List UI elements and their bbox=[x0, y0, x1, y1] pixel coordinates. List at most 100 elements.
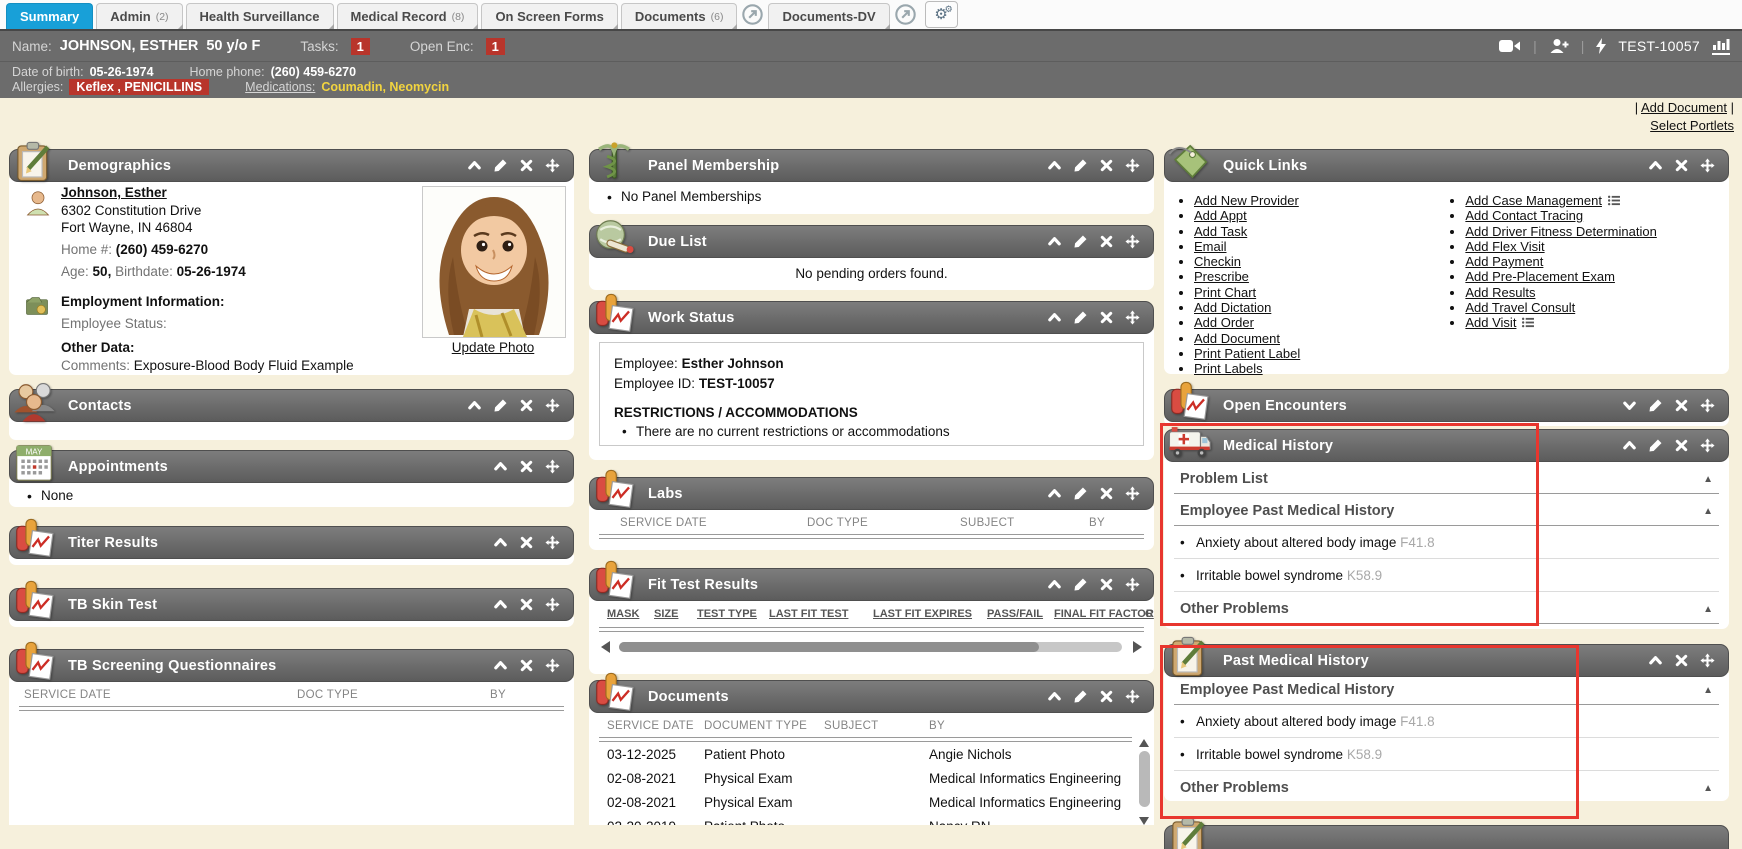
sort-column-header[interactable]: MASK bbox=[607, 608, 639, 620]
scrollbar-thumb[interactable] bbox=[619, 642, 1039, 652]
collapse-icon[interactable] bbox=[493, 658, 508, 673]
collapse-triangle-icon[interactable]: ▲ bbox=[1703, 783, 1713, 794]
collapse-triangle-icon[interactable]: ▲ bbox=[1703, 506, 1713, 517]
collapse-icon[interactable] bbox=[1648, 653, 1663, 668]
quick-link[interactable]: Add Pre-Placement Exam bbox=[1465, 269, 1615, 284]
move-icon[interactable] bbox=[1125, 486, 1140, 501]
collapse-icon[interactable] bbox=[1047, 577, 1062, 592]
scroll-up-arrow[interactable] bbox=[1139, 739, 1149, 747]
portlet-header[interactable]: Panel Membership bbox=[589, 149, 1154, 182]
move-icon[interactable] bbox=[545, 597, 560, 612]
portlet-header[interactable] bbox=[1164, 825, 1729, 849]
collapse-icon[interactable] bbox=[467, 158, 482, 173]
add-document-link[interactable]: Add Document bbox=[1641, 100, 1727, 115]
move-icon[interactable] bbox=[545, 658, 560, 673]
sort-column-header[interactable]: LAST FIT EXPIRES bbox=[873, 608, 972, 620]
close-icon[interactable] bbox=[1099, 486, 1114, 501]
table-row[interactable]: 03-12-2025 Patient Photo Angie Nichols bbox=[589, 742, 1154, 766]
quick-link[interactable]: Print Chart bbox=[1194, 285, 1256, 300]
close-icon[interactable] bbox=[1099, 689, 1114, 704]
select-portlets-link[interactable]: Select Portlets bbox=[1650, 118, 1734, 133]
expand-icon[interactable] bbox=[1622, 398, 1637, 413]
add-person-icon[interactable] bbox=[1549, 38, 1569, 54]
section-other-problems[interactable]: Other Problems▲ bbox=[1174, 771, 1719, 801]
quick-link[interactable]: Add Results bbox=[1465, 285, 1535, 300]
portlet-header[interactable]: Due List bbox=[589, 225, 1154, 258]
sort-column-header[interactable]: PASS/FAIL bbox=[987, 608, 1043, 620]
list-menu-icon[interactable] bbox=[1607, 195, 1621, 206]
table-row[interactable]: 02-08-2021 Physical Exam Medical Informa… bbox=[589, 790, 1154, 814]
edit-icon[interactable] bbox=[1648, 438, 1663, 453]
close-icon[interactable] bbox=[1674, 653, 1689, 668]
allergies-value[interactable]: Keflex , PENICILLINS bbox=[69, 79, 209, 95]
close-icon[interactable] bbox=[1099, 577, 1114, 592]
quick-link[interactable]: Print Patient Label bbox=[1194, 346, 1300, 361]
edit-icon[interactable] bbox=[493, 158, 508, 173]
tab-documents[interactable]: Documents(6) bbox=[621, 3, 738, 29]
edit-icon[interactable] bbox=[1073, 158, 1088, 173]
tab-on-screen-forms[interactable]: On Screen Forms bbox=[481, 3, 617, 29]
quick-link[interactable]: Add Driver Fitness Determination bbox=[1465, 224, 1656, 239]
collapse-icon[interactable] bbox=[1047, 486, 1062, 501]
quick-link[interactable]: Add Dictation bbox=[1194, 300, 1271, 315]
section-employee-pmh[interactable]: Employee Past Medical History▲ bbox=[1174, 673, 1719, 705]
move-icon[interactable] bbox=[545, 535, 560, 550]
close-icon[interactable] bbox=[519, 597, 534, 612]
move-icon[interactable] bbox=[1700, 653, 1715, 668]
tab-summary[interactable]: Summary bbox=[6, 3, 93, 29]
portlet-header[interactable]: Documents bbox=[589, 680, 1154, 713]
edit-icon[interactable] bbox=[493, 398, 508, 413]
open-enc-count-badge[interactable]: 1 bbox=[486, 38, 505, 55]
scroll-down-arrow[interactable] bbox=[1139, 817, 1149, 825]
video-call-icon[interactable] bbox=[1499, 39, 1521, 53]
close-icon[interactable] bbox=[1674, 398, 1689, 413]
collapse-triangle-icon[interactable]: ▲ bbox=[1703, 685, 1713, 696]
move-icon[interactable] bbox=[1125, 234, 1140, 249]
portlet-header[interactable]: TB Skin Test bbox=[9, 588, 574, 621]
portlet-header[interactable]: TB Screening Questionnaires bbox=[9, 649, 574, 682]
portlet-header[interactable]: Quick Links bbox=[1164, 149, 1729, 182]
quick-link[interactable]: Add New Provider bbox=[1194, 193, 1299, 208]
close-icon[interactable] bbox=[519, 535, 534, 550]
move-icon[interactable] bbox=[1125, 577, 1140, 592]
sort-column-header[interactable]: FINAL FIT FACTOR bbox=[1054, 608, 1154, 620]
section-problem-list[interactable]: Problem List▲ bbox=[1174, 462, 1719, 494]
scroll-right-arrow[interactable] bbox=[1133, 641, 1142, 653]
collapse-icon[interactable] bbox=[493, 459, 508, 474]
sort-column-header[interactable]: SIZE bbox=[654, 608, 678, 620]
close-icon[interactable] bbox=[519, 158, 534, 173]
quick-link[interactable]: Add Visit bbox=[1465, 315, 1516, 330]
portlet-header[interactable]: Labs bbox=[589, 477, 1154, 510]
collapse-triangle-icon[interactable]: ▲ bbox=[1703, 604, 1713, 615]
tab-documents-dv[interactable]: Documents-DV bbox=[768, 3, 889, 29]
collapse-icon[interactable] bbox=[1047, 689, 1062, 704]
quick-link[interactable]: Add Case Management bbox=[1465, 193, 1602, 208]
close-icon[interactable] bbox=[1099, 310, 1114, 325]
collapse-icon[interactable] bbox=[1047, 158, 1062, 173]
tasks-count-badge[interactable]: 1 bbox=[351, 38, 370, 55]
update-photo-link[interactable]: Update Photo bbox=[452, 340, 535, 355]
quick-link[interactable]: Add Appt bbox=[1194, 208, 1247, 223]
table-row[interactable]: 02-20-2019 Patient Photo Nancy RN bbox=[589, 814, 1154, 825]
sort-column-header[interactable]: C bbox=[1145, 608, 1153, 620]
edit-icon[interactable] bbox=[1073, 310, 1088, 325]
portlet-header[interactable]: Demographics bbox=[9, 149, 574, 182]
quick-link[interactable]: Add Task bbox=[1194, 224, 1247, 239]
collapse-icon[interactable] bbox=[467, 398, 482, 413]
collapse-icon[interactable] bbox=[1622, 438, 1637, 453]
move-icon[interactable] bbox=[1125, 158, 1140, 173]
popout-icon[interactable] bbox=[742, 4, 763, 25]
quick-link[interactable]: Checkin bbox=[1194, 254, 1241, 269]
close-icon[interactable] bbox=[519, 398, 534, 413]
section-other-problems[interactable]: Other Problems▲ bbox=[1174, 592, 1719, 624]
close-icon[interactable] bbox=[1674, 438, 1689, 453]
close-icon[interactable] bbox=[1674, 158, 1689, 173]
portlet-header[interactable]: Open Encounters bbox=[1164, 389, 1729, 422]
quick-link[interactable]: Add Flex Visit bbox=[1465, 239, 1544, 254]
portlet-header[interactable]: Contacts bbox=[9, 389, 574, 422]
move-icon[interactable] bbox=[1125, 689, 1140, 704]
chart-report-icon[interactable] bbox=[1712, 37, 1730, 55]
tab-health-surveillance[interactable]: Health Surveillance bbox=[186, 3, 334, 29]
move-icon[interactable] bbox=[1700, 438, 1715, 453]
collapse-icon[interactable] bbox=[493, 535, 508, 550]
